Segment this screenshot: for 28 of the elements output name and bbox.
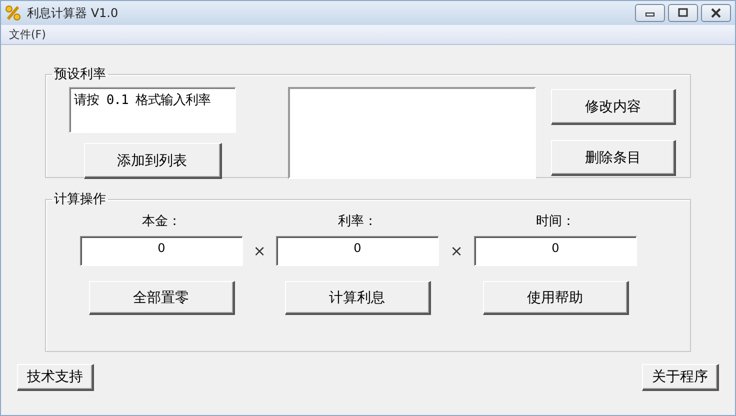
number-field[interactable]: 0 [80,236,243,266]
minimize-button[interactable] [635,4,665,22]
action-button[interactable]: 使用帮助 [482,281,628,315]
footer-button[interactable]: 技术支持 [17,364,94,391]
field-label: 利率： [338,213,377,231]
close-icon [710,8,722,18]
action-button[interactable]: 全部置零 [88,281,234,315]
group-title: 计算操作 [53,191,107,208]
add-button[interactable]: 添加到列表 [84,143,222,179]
window-title: 利息计算器 V1.0 [27,4,118,22]
maximize-icon [677,8,689,18]
percent-icon [5,5,21,21]
rate-list[interactable] [288,87,536,179]
multiply-sign: × [253,242,266,260]
field-label: 时间： [536,213,575,231]
close-button[interactable] [701,4,731,22]
footer-button[interactable]: 关于程序 [642,364,719,391]
list-action-button[interactable]: 删除条目 [551,140,676,176]
number-field[interactable]: 0 [276,236,439,266]
maximize-button[interactable] [668,4,698,22]
rate-input[interactable]: 请按 0.1 格式输入利率 [69,87,236,133]
field-label: 本金： [142,213,181,231]
group-title: 预设利率 [53,66,107,83]
action-button[interactable]: 计算利息 [284,281,430,315]
list-action-button[interactable]: 修改内容 [551,89,676,125]
multiply-sign: × [450,242,463,260]
menu-item[interactable]: 文件(F) [1,27,54,42]
number-field[interactable]: 0 [474,236,637,266]
